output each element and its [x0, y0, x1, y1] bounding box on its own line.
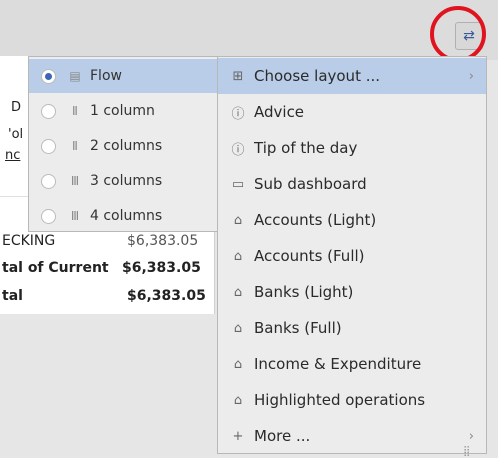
layout-icon: ⊞: [232, 68, 244, 84]
dashboard-icon: ▭: [231, 176, 245, 192]
radio-button[interactable]: [41, 173, 56, 189]
bank-icon: ⌂: [233, 356, 243, 372]
menu-item-label: Choose layout ...: [254, 67, 381, 85]
dashboard-context-menu: ⊞ Choose layout ... › ⓘ Advice ⓘ Tip of …: [217, 56, 487, 454]
radio-button[interactable]: [41, 103, 56, 119]
column-icon: Ⅱ: [72, 104, 78, 118]
menu-item-label: Tip of the day: [254, 139, 358, 157]
bank-icon: ⌂: [233, 320, 243, 336]
menu-item-label: Banks (Full): [254, 319, 342, 337]
background-text-fragment: D: [11, 100, 22, 115]
row-label: tal: [2, 288, 23, 304]
menu-item-accounts-light[interactable]: ⌂ Accounts (Light): [218, 202, 486, 238]
option-label: 1 column: [90, 103, 155, 119]
bank-icon: ⌂: [233, 212, 243, 228]
layout-option-2-columns[interactable]: Ⅱ 2 columns: [29, 129, 217, 163]
row-label: tal of Current: [2, 260, 109, 276]
row-value: $6,383.05: [122, 260, 201, 276]
menu-item-label: Highlighted operations: [254, 391, 426, 409]
menu-item-highlighted-operations[interactable]: ⌂ Highlighted operations: [218, 382, 486, 418]
option-label: 3 columns: [90, 173, 163, 189]
menu-item-label: Advice: [254, 103, 305, 121]
plus-icon: +: [232, 428, 244, 444]
layout-option-4-columns[interactable]: Ⅲ 4 columns: [29, 199, 217, 233]
advice-icon: ⓘ: [231, 106, 245, 122]
highlight-ring: [430, 6, 486, 62]
menu-item-banks-light[interactable]: ⌂ Banks (Light): [218, 274, 486, 310]
menu-item-label: Accounts (Light): [254, 211, 377, 229]
bank-icon: ⌂: [233, 248, 243, 264]
layout-option-flow[interactable]: ▤ Flow: [29, 59, 217, 93]
radio-button[interactable]: [41, 208, 56, 224]
menu-item-label: Accounts (Full): [254, 247, 365, 265]
bank-icon: ⌂: [233, 392, 243, 408]
top-bar: [0, 0, 498, 60]
option-label: 4 columns: [90, 208, 163, 224]
menu-item-sub-dashboard[interactable]: ▭ Sub dashboard: [218, 166, 486, 202]
menu-item-tip-of-the-day[interactable]: ⓘ Tip of the day: [218, 130, 486, 166]
menu-item-label: Income & Expenditure: [254, 355, 422, 373]
column-icon: Ⅲ: [70, 209, 80, 223]
layout-option-1-column[interactable]: Ⅱ 1 column: [29, 94, 217, 128]
menu-item-banks-full[interactable]: ⌂ Banks (Full): [218, 310, 486, 346]
layout-option-3-columns[interactable]: Ⅲ 3 columns: [29, 164, 217, 198]
background-text-fragment: 'ol: [8, 127, 24, 142]
chevron-right-icon: ›: [468, 428, 474, 444]
menu-item-accounts-full[interactable]: ⌂ Accounts (Full): [218, 238, 486, 274]
tip-icon: ⓘ: [231, 142, 245, 158]
row-value: $6,383.05: [127, 288, 206, 304]
menu-item-label: More ...: [254, 427, 311, 445]
menu-item-label: Banks (Light): [254, 283, 354, 301]
menu-item-income-expenditure[interactable]: ⌂ Income & Expenditure: [218, 346, 486, 382]
layout-submenu: ▤ Flow Ⅱ 1 column Ⅱ 2 columns Ⅲ 3 column…: [28, 56, 218, 232]
option-label: 2 columns: [90, 138, 163, 154]
menu-item-choose-layout[interactable]: ⊞ Choose layout ... ›: [218, 58, 486, 94]
option-label: Flow: [90, 68, 122, 84]
radio-button[interactable]: [41, 138, 56, 154]
resize-grip-icon[interactable]: ⣿: [463, 446, 470, 457]
column-icon: Ⅲ: [70, 174, 80, 188]
menu-item-label: Sub dashboard: [254, 175, 367, 193]
chevron-right-icon: ›: [468, 68, 474, 84]
radio-button[interactable]: [41, 68, 56, 84]
row-value: $6,383.05: [127, 233, 199, 249]
bank-icon: ⌂: [233, 284, 243, 300]
layout-icon: ▤: [69, 69, 81, 83]
column-icon: Ⅱ: [72, 139, 78, 153]
menu-item-advice[interactable]: ⓘ Advice: [218, 94, 486, 130]
menu-item-more[interactable]: + More ... ›: [218, 418, 486, 454]
background-link-fragment[interactable]: nc: [5, 148, 20, 163]
row-label: ECKING: [2, 233, 56, 249]
